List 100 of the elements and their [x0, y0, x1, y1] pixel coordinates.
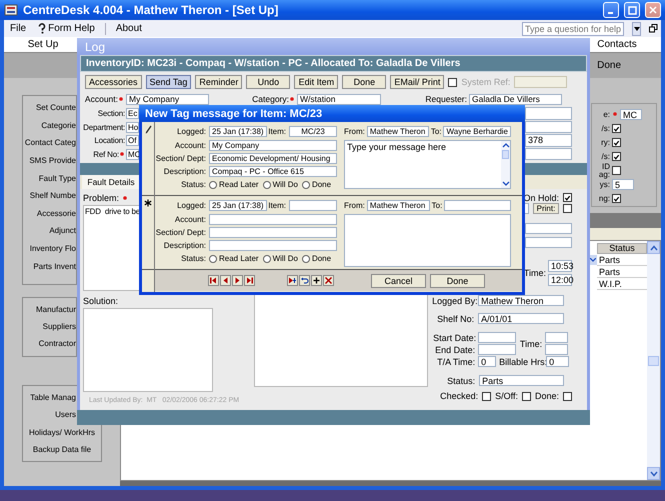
scroll-thumb[interactable]	[502, 150, 509, 159]
toolbar-button[interactable]: Edit Item	[294, 75, 338, 89]
minimize-button[interactable]	[603, 2, 619, 18]
scroll-up-icon[interactable]	[502, 142, 510, 149]
scrollbar[interactable]	[501, 141, 510, 188]
sidebar-item[interactable]: Shelf Numbe	[23, 186, 77, 205]
text-field[interactable]	[478, 332, 516, 343]
toolbar-button[interactable]: Undo	[246, 75, 290, 89]
sidebar-item[interactable]: Table Manag	[23, 389, 77, 406]
next-button[interactable]	[232, 275, 243, 286]
toolbar-button[interactable]: Send Tag	[146, 75, 192, 89]
scroll-thumb[interactable]	[648, 356, 659, 366]
tab[interactable]: Fault Details	[82, 175, 140, 189]
text-field[interactable]	[289, 200, 337, 212]
text-field[interactable]: A/01/01	[478, 313, 564, 324]
scroll-down-button[interactable]	[647, 467, 660, 480]
sidebar-item[interactable]: Users	[23, 406, 77, 424]
text-field[interactable]: 0	[546, 356, 570, 367]
dialog-button[interactable]: Cancel	[371, 274, 426, 288]
text-field[interactable]	[545, 332, 568, 343]
message-field[interactable]: Type your message here	[344, 140, 511, 189]
text-field[interactable]: Mathew Theron	[478, 295, 564, 306]
text-field[interactable]	[525, 120, 572, 133]
close-button[interactable]	[645, 2, 661, 18]
scrollbar[interactable]	[647, 241, 660, 480]
sidebar-item[interactable]: Holidays/ WorkHrs	[23, 424, 101, 441]
checkbox[interactable]	[612, 166, 621, 175]
text-field[interactable]: 10:53	[548, 260, 572, 272]
solution-field[interactable]	[83, 308, 213, 392]
checkbox[interactable]	[563, 204, 572, 213]
new-record-button[interactable]	[287, 275, 298, 286]
text-field[interactable]: 12:00	[548, 274, 572, 286]
radio-option[interactable]: Read Later	[209, 180, 259, 190]
checkbox[interactable]	[482, 392, 492, 400]
radio-button[interactable]	[209, 180, 217, 189]
first-record-button[interactable]	[208, 275, 219, 286]
help-search-field[interactable]: Type a question for help	[522, 22, 624, 36]
text-field[interactable]	[209, 240, 337, 252]
column-header[interactable]: Status	[597, 243, 647, 254]
radio-option[interactable]: Will Do	[262, 180, 298, 190]
checkbox[interactable]	[612, 152, 621, 161]
text-field[interactable]: Galadla De Villers	[469, 94, 562, 104]
text-field[interactable]: MC/23	[289, 126, 337, 138]
sidebar-item[interactable]: Parts Invent	[23, 257, 77, 275]
radio-button[interactable]	[262, 254, 271, 263]
maximize-button[interactable]	[624, 2, 640, 18]
radio-option[interactable]: Done	[302, 254, 332, 264]
checkbox[interactable]	[448, 78, 458, 86]
sidebar-item[interactable]: Accessorie	[23, 204, 77, 222]
text-field[interactable]	[525, 148, 572, 160]
text-field[interactable]: 25 Jan (17:38)	[209, 200, 267, 212]
radio-button[interactable]	[302, 180, 310, 189]
sidebar-item[interactable]: Inventory Flo	[23, 240, 77, 258]
radio-option[interactable]: Read Later	[209, 254, 259, 264]
menu-item[interactable]: File	[8, 23, 28, 34]
checkbox[interactable]	[563, 193, 572, 202]
toolbar-button[interactable]: Reminder	[195, 75, 242, 89]
text-field[interactable]: Wayne Berhardie	[443, 126, 511, 137]
text-field[interactable]: Ho	[126, 122, 139, 133]
checkbox[interactable]	[563, 392, 572, 400]
sidebar-item[interactable]: Contact Categ	[23, 134, 77, 152]
text-field[interactable]: Compaq - PC - Office 615	[209, 166, 337, 178]
radio-button[interactable]	[262, 180, 271, 189]
checkbox[interactable]	[612, 124, 621, 133]
text-field[interactable]: My Company	[126, 94, 209, 104]
radio-option[interactable]: Will Do	[262, 254, 298, 264]
scroll-down-icon[interactable]	[502, 180, 510, 187]
text-field[interactable]: 378	[525, 134, 572, 146]
text-field[interactable]	[545, 344, 568, 355]
text-field[interactable]: W/station	[297, 94, 381, 104]
undo-button[interactable]	[299, 275, 310, 286]
text-field[interactable]: 0	[478, 356, 496, 367]
radio-button[interactable]	[209, 254, 217, 263]
sidebar-item[interactable]: Contractor	[23, 335, 77, 352]
print-button[interactable]: Print:	[533, 203, 559, 214]
message-field[interactable]	[344, 214, 511, 267]
text-field[interactable]: Economic Development/ Housing	[209, 152, 337, 164]
menu-item[interactable]: About	[114, 23, 144, 34]
sidebar-item[interactable]: Fault Type	[23, 169, 77, 187]
toolbar-button[interactable]: Done	[342, 75, 386, 89]
text-field[interactable]: Mathew Theron	[366, 126, 429, 137]
text-field[interactable]	[209, 214, 337, 225]
add-button[interactable]	[311, 275, 322, 286]
previous-button[interactable]	[220, 275, 231, 286]
text-field[interactable]: 25 Jan (17:38)	[209, 126, 267, 138]
text-field[interactable]: Ec	[126, 108, 139, 120]
dropdown-button[interactable]	[632, 22, 641, 36]
dialog-button[interactable]: Done	[430, 274, 485, 288]
text-field[interactable]: 5	[612, 179, 634, 190]
delete-button[interactable]	[323, 275, 334, 286]
text-field[interactable]	[444, 200, 511, 211]
checkbox[interactable]	[612, 138, 621, 147]
last-record-button[interactable]	[244, 275, 255, 286]
sidebar-item[interactable]: Backup Data file	[23, 440, 101, 458]
text-field[interactable]: Parts	[479, 375, 564, 386]
radio-option[interactable]: Done	[302, 180, 332, 190]
text-field[interactable]	[525, 237, 572, 248]
checkbox[interactable]	[612, 194, 621, 203]
sidebar-item[interactable]: Categorie	[23, 116, 77, 134]
text-field[interactable]	[525, 223, 572, 234]
